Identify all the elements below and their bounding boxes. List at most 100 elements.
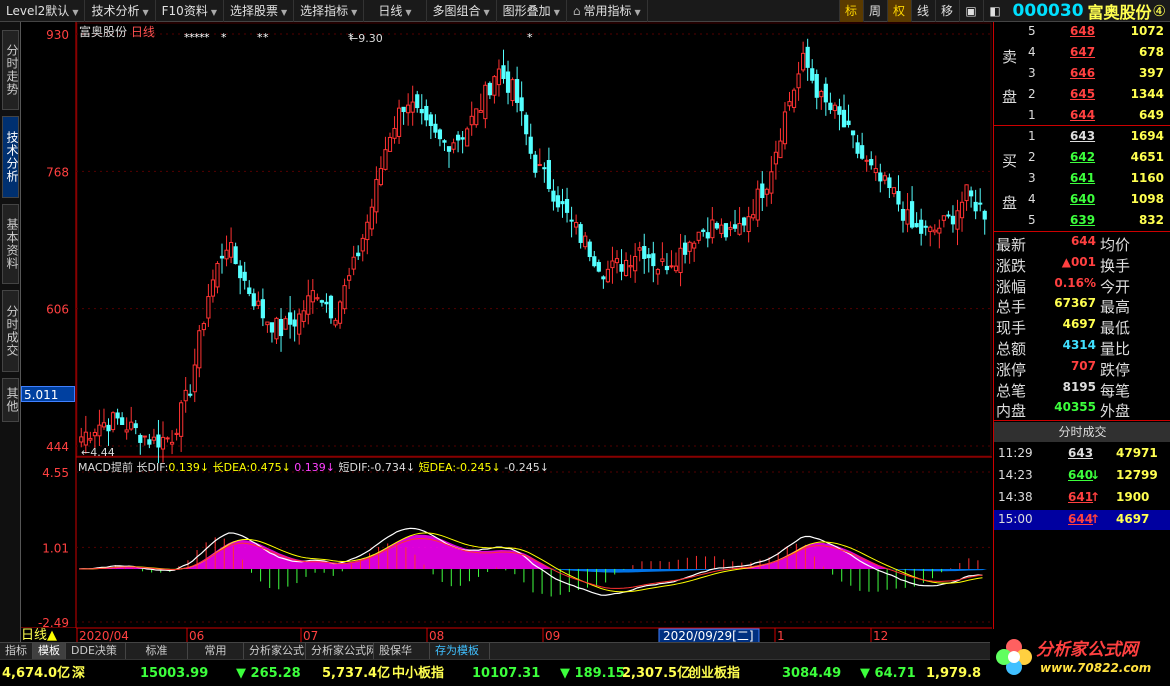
stat-key: 总手 [996,298,1027,317]
buy-level: 1 [1028,129,1036,143]
toolbar-f10[interactable]: F10资料 ▼ [156,0,224,22]
candle-body [705,232,710,239]
candle-body [138,434,143,443]
chart-area[interactable]: ←9.30 ←4.44 * * * * * * * * * * 930 768 606 444 4.55 1.… [21,22,992,643]
toolbar-common-indicator[interactable]: ⌂ 常用指标 ▼ [567,0,648,22]
buy-side-label: 盘 [1002,194,1018,212]
candle-body [755,188,760,221]
ticker-text: 中小板指 [392,666,445,681]
candle-body [623,259,629,277]
ticker-change-sme: ▼ 189.15 [560,660,625,686]
candle-body [274,317,279,340]
sidebar-tab-intraday[interactable]: 分时走势 [2,30,19,110]
tab-standard[interactable]: 标准 [126,643,188,659]
chevron-down-icon: ▼ [405,7,412,17]
window-icon[interactable]: ▣ [958,0,983,22]
candle-body [633,255,638,272]
tab-common[interactable]: 常用 [188,643,244,659]
candle-body [396,107,402,137]
candle-body [978,202,983,205]
toolbar-move-button[interactable]: 移 [934,0,959,22]
sell-price: 646 [1070,66,1096,80]
date-label: 08 [429,629,444,643]
candle-body [324,301,329,305]
toolbar-week-button[interactable]: 周 [862,0,887,22]
candle-body [950,215,956,225]
buy-level: 5 [1028,213,1036,227]
candle-body [247,287,252,294]
candle-body [501,65,506,79]
buy-level: 3 [1028,171,1036,185]
stat-value: 67367 [1054,296,1096,311]
candle-body [428,114,433,126]
watermark-title: 分析家公式网 [1036,640,1138,660]
sell-level: 3 [1028,66,1036,80]
toolbar-mark-button[interactable]: 标 [838,0,863,22]
stat-key: 内盘 [996,402,1027,421]
tab-formula-site-70822[interactable]: 分析家公式网70822 [306,643,374,659]
toolbar-select-indicator[interactable]: 选择指标 ▼ [294,0,365,22]
candle-body [601,276,606,280]
buy-price: 643 [1070,129,1096,143]
sell-volume: 649 [1138,108,1164,122]
candle-body [101,422,107,428]
candle-body [742,217,747,226]
tab-stock-guard[interactable]: 股保华 [374,643,430,659]
stat-value: 4697 [1062,317,1096,332]
candle-body [564,198,570,213]
toolbar-rights-button[interactable]: 权 [886,0,911,22]
toolbar-multi-chart[interactable]: 多图组合 ▼ [427,0,497,22]
candle-body [433,123,438,133]
toolbar-label: F10资料 [161,3,208,18]
sidebar-tab-basic[interactable]: 基本资料 [2,204,19,284]
tab-formula-site[interactable]: 分析家公式网 [244,643,306,659]
candle-body [206,296,211,319]
kline-chart[interactable]: ←9.30←4.44* * * * * * * * * * 930768606444 4.551.… [21,22,992,643]
high-marker: ←9.30 [349,32,383,45]
toolbar-level2[interactable]: Level2默认 ▼ [0,0,86,22]
candle-body [882,175,887,181]
toolbar: Level2默认 ▼ 技术分析 ▼ F10资料 ▼ 选择股票 ▼ 选择指标 ▼ 日线 ▼ 多… [0,0,1170,22]
candle-body [673,265,679,272]
macd-param-label: 长DIF: [136,461,169,474]
ticker-amount-tail: 1,979.8 [926,660,981,686]
toolbar-line-button[interactable]: 线 [910,0,935,22]
toolbar-daily[interactable]: 日线 ▼ [364,0,427,22]
toolbar-tech-analysis[interactable]: 技术分析 ▼ [85,0,156,22]
tab-indicator[interactable]: 指标 [0,643,33,659]
candle-body [542,167,547,170]
candle-body [982,210,987,220]
trade-arrow-icon: ↑ [1090,490,1101,504]
trade-arrow-icon: ↑ [1090,512,1101,526]
sidebar-tab-other[interactable]: 其他 [2,378,19,422]
candle-body [583,235,588,248]
tab-dde[interactable]: DDE决策 [66,643,126,659]
candle-body [301,310,306,322]
chevron-down-icon: ▼ [351,7,358,17]
sidebar-tab-trades[interactable]: 分时成交 [2,290,19,372]
ticker-value-gem: 3084.49 [782,660,841,686]
star-marker: * [348,31,354,44]
period-badge[interactable]: 日线▲ [21,628,76,643]
tab-save-template[interactable]: 存为模板 [430,643,490,659]
candle-body [387,136,393,152]
toolbar-overlay[interactable]: 图形叠加 ▼ [497,0,567,22]
buy-price: 640 [1070,192,1096,206]
tab-template[interactable]: 模板 [33,643,66,659]
candle-body [891,187,897,195]
toolbar-select-stock[interactable]: 选择股票 ▼ [224,0,295,22]
ticker-text: 2,307.5亿 [622,666,691,681]
ticker-index-sme: 中小板指 [392,660,444,686]
candle-body [919,219,924,234]
candle-body [769,171,774,194]
candle-body [478,110,483,113]
toolbar-label: 选择股票 [229,3,278,18]
candle-body [233,246,238,265]
toggle-icon[interactable]: ◧ [982,0,1007,22]
candle-body [914,223,919,228]
candle-body [841,109,847,128]
candle-body [941,215,946,221]
candle-body [732,224,738,229]
candle-body [596,262,601,272]
sidebar-tab-technical[interactable]: 技术分析 [2,116,19,198]
